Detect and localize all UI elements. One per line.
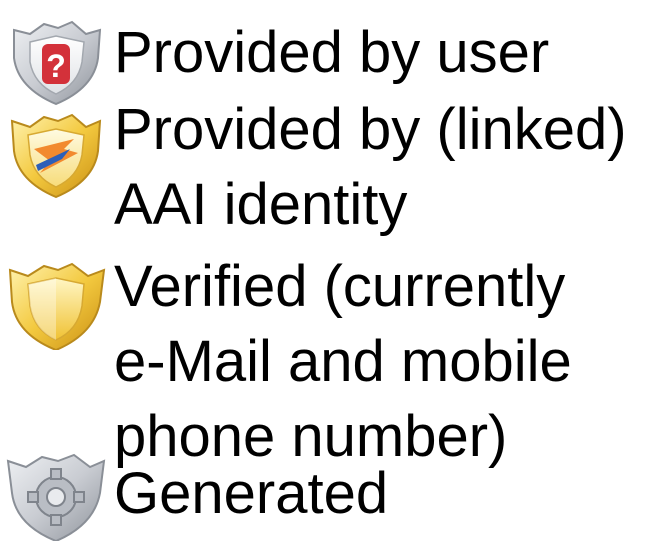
legend-label: Verified (currently e-Mail and mobile ph… (114, 258, 654, 466)
shield-verified-icon (0, 260, 110, 350)
legend-label-line: Provided by user (114, 20, 550, 85)
legend-label-line: e-Mail and mobile (114, 329, 572, 394)
shield-gear-icon (0, 451, 110, 541)
legend-label-line: AAI identity (114, 172, 408, 237)
trust-level-legend: ? Provided by user Provided by (linked) … (0, 0, 655, 541)
shield-aai-icon (0, 109, 110, 199)
legend-label: Provided by (linked) AAI identity (114, 101, 654, 234)
legend-label: Provided by user (114, 24, 654, 82)
legend-label-line: Generated (114, 461, 389, 526)
legend-label-line: Verified (currently (114, 254, 566, 319)
legend-label-line: Provided by (linked) (114, 97, 627, 162)
shield-question-icon: ? (0, 18, 110, 108)
legend-label-line: phone number) (114, 404, 508, 469)
svg-text:?: ? (46, 48, 66, 84)
legend-label: Generated (114, 465, 654, 523)
